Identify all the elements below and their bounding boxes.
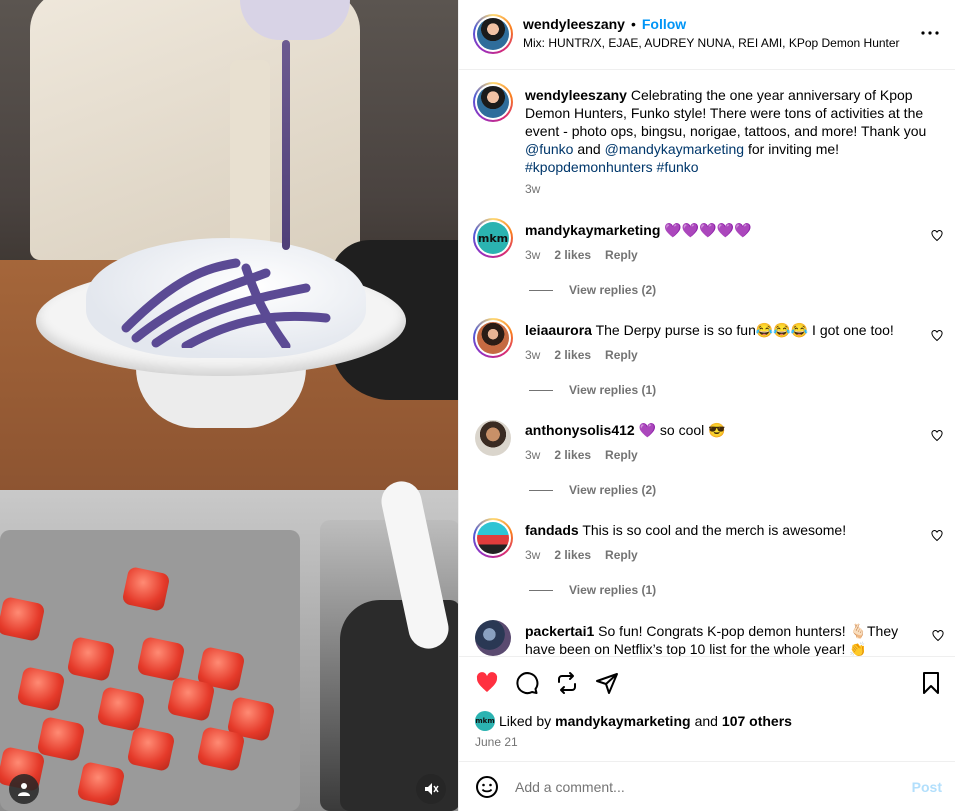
comment-text: The Derpy purse is so fun😂😂😂 I got one t… — [595, 322, 894, 338]
comment-clip: packertai1 So fun! Congrats K-pop demon … — [459, 615, 955, 656]
comment-like-icon[interactable] — [932, 630, 944, 642]
likes-summary: mkm Liked by mandykaymarketing and 107 o… — [475, 711, 792, 731]
comment: anthonysolis412 💜 so cool 😎 — [525, 422, 726, 439]
comment-like-icon[interactable] — [931, 530, 943, 542]
comment: leiaaurora The Derpy purse is so fun😂😂😂 … — [525, 322, 894, 339]
follow-button[interactable]: Follow — [642, 16, 686, 32]
caption-username[interactable]: wendyleeszany — [525, 87, 627, 103]
reply-button[interactable]: Reply — [605, 248, 638, 262]
comment-avatar[interactable] — [473, 518, 513, 558]
hashtag-funko[interactable]: #funko — [657, 159, 699, 175]
comment-avatar[interactable]: mkm — [473, 218, 513, 258]
caption-avatar[interactable] — [473, 82, 513, 122]
comment-avatar[interactable] — [475, 420, 511, 456]
liker-username[interactable]: mandykaymarketing — [555, 713, 690, 729]
author-avatar[interactable] — [473, 14, 513, 54]
view-replies[interactable]: View replies (2) — [529, 283, 656, 297]
post-button[interactable]: Post — [912, 779, 942, 795]
bookmark-icon[interactable] — [919, 671, 943, 695]
comment: mandykaymarketing 💜💜💜💜💜 — [525, 222, 751, 239]
comment-like-icon[interactable] — [931, 330, 943, 342]
comment-time: 3w — [525, 548, 541, 562]
comment-avatar[interactable] — [473, 318, 513, 358]
caption: wendyleeszany Celebrating the one year a… — [525, 87, 927, 175]
comment-likes[interactable]: 2 likes — [554, 548, 591, 562]
syrup-stream — [282, 40, 290, 250]
speaker-muted-icon[interactable] — [416, 774, 446, 804]
more-icon[interactable] — [918, 21, 942, 45]
comment-icon[interactable] — [515, 671, 539, 695]
reply-button[interactable]: Reply — [605, 448, 638, 462]
comment-text: 💜💜💜💜💜 — [664, 222, 752, 238]
like-heart-icon[interactable] — [475, 671, 499, 695]
bingsu-bowl — [36, 238, 406, 438]
comment-likes[interactable]: 2 likes — [554, 248, 591, 262]
view-replies[interactable]: View replies (1) — [529, 383, 656, 397]
hashtag-kpopdemonhunters[interactable]: #kpopdemonhunters — [525, 159, 653, 175]
post-header: wendyleeszany • Follow Mix: HUNTR/X, EJA… — [459, 0, 955, 70]
comment: fandads This is so cool and the merch is… — [525, 522, 846, 538]
liker-avatar: mkm — [475, 711, 495, 731]
reply-button[interactable]: Reply — [605, 548, 638, 562]
comment-text: This is so cool and the merch is awesome… — [582, 522, 847, 538]
comment-like-icon[interactable] — [931, 430, 943, 442]
syrup-drizzle — [121, 258, 331, 348]
comment-username[interactable]: leiaaurora — [525, 322, 592, 338]
post-panel: wendyleeszany • Follow Mix: HUNTR/X, EJA… — [458, 0, 955, 811]
others-count[interactable]: 107 others — [722, 713, 792, 729]
comment: packertai1 So fun! Congrats K-pop demon … — [525, 622, 915, 656]
comment-username[interactable]: mandykaymarketing — [525, 222, 660, 238]
separator-dot: • — [630, 16, 636, 32]
comment-like-icon[interactable] — [931, 230, 943, 242]
repost-icon[interactable] — [555, 671, 579, 695]
comment-time: 3w — [525, 348, 541, 362]
reply-button[interactable]: Reply — [605, 348, 638, 362]
comment-box: Post — [459, 761, 955, 811]
mention-funko[interactable]: @funko — [525, 141, 573, 157]
user-icon[interactable] — [9, 774, 39, 804]
emoji-icon[interactable] — [475, 775, 499, 799]
comment-username[interactable]: packertai1 — [525, 623, 594, 639]
post-video[interactable] — [0, 0, 458, 811]
author-username[interactable]: wendyleeszany — [523, 16, 625, 32]
caption-time: 3w — [525, 182, 541, 196]
post-date: June 21 — [475, 735, 518, 749]
comment-username[interactable]: anthonysolis412 — [525, 422, 635, 438]
comment-avatar[interactable] — [475, 620, 511, 656]
share-icon[interactable] — [595, 671, 619, 695]
comment-text: 💜 so cool 😎 — [638, 422, 726, 438]
comment-username[interactable]: fandads — [525, 522, 579, 538]
audio-label[interactable]: Mix: HUNTR/X, EJAE, AUDREY NUNA, REI AMI… — [523, 36, 900, 50]
comment-likes[interactable]: 2 likes — [554, 348, 591, 362]
view-replies[interactable]: View replies (1) — [529, 583, 656, 597]
comment-time: 3w — [525, 248, 541, 262]
strawberry-tray — [0, 530, 300, 811]
post-viewer: wendyleeszany • Follow Mix: HUNTR/X, EJA… — [0, 0, 955, 811]
post-actions: mkm Liked by mandykaymarketing and 107 o… — [459, 656, 955, 811]
mention-mandykaymarketing[interactable]: @mandykaymarketing — [605, 141, 745, 157]
comment-input[interactable] — [515, 776, 875, 798]
comment-likes[interactable]: 2 likes — [554, 448, 591, 462]
comment-time: 3w — [525, 448, 541, 462]
view-replies[interactable]: View replies (2) — [529, 483, 656, 497]
